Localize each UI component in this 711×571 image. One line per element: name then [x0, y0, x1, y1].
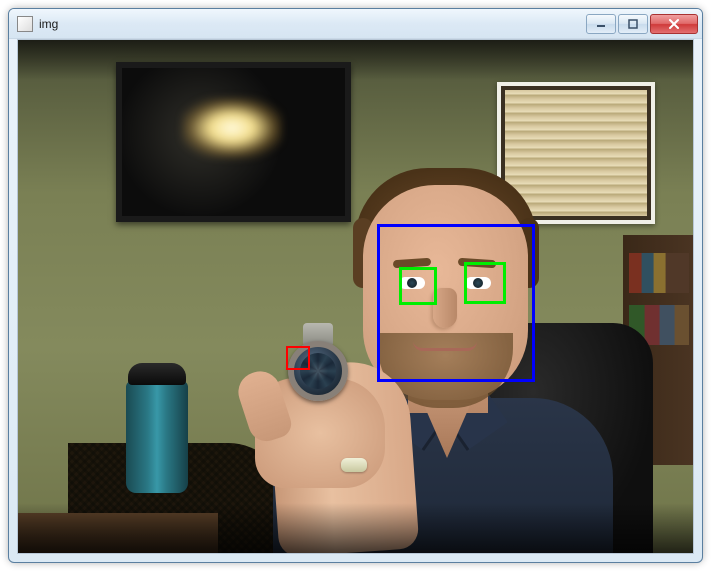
watch-detection-box [286, 346, 310, 370]
image-viewport [18, 40, 693, 553]
window-controls [584, 14, 698, 34]
tumbler-cup [126, 363, 188, 493]
maximize-button[interactable] [618, 14, 648, 34]
minimize-button[interactable] [586, 14, 616, 34]
title-bar[interactable]: img [9, 9, 702, 39]
application-icon [17, 16, 33, 32]
close-button[interactable] [650, 14, 698, 34]
client-area [17, 39, 694, 554]
application-window: img [8, 8, 703, 563]
webcam-scene [18, 40, 693, 553]
finger-ring [341, 458, 367, 472]
eye-detection-box [399, 267, 437, 305]
window-title: img [39, 17, 584, 31]
eye-detection-box [464, 262, 506, 304]
